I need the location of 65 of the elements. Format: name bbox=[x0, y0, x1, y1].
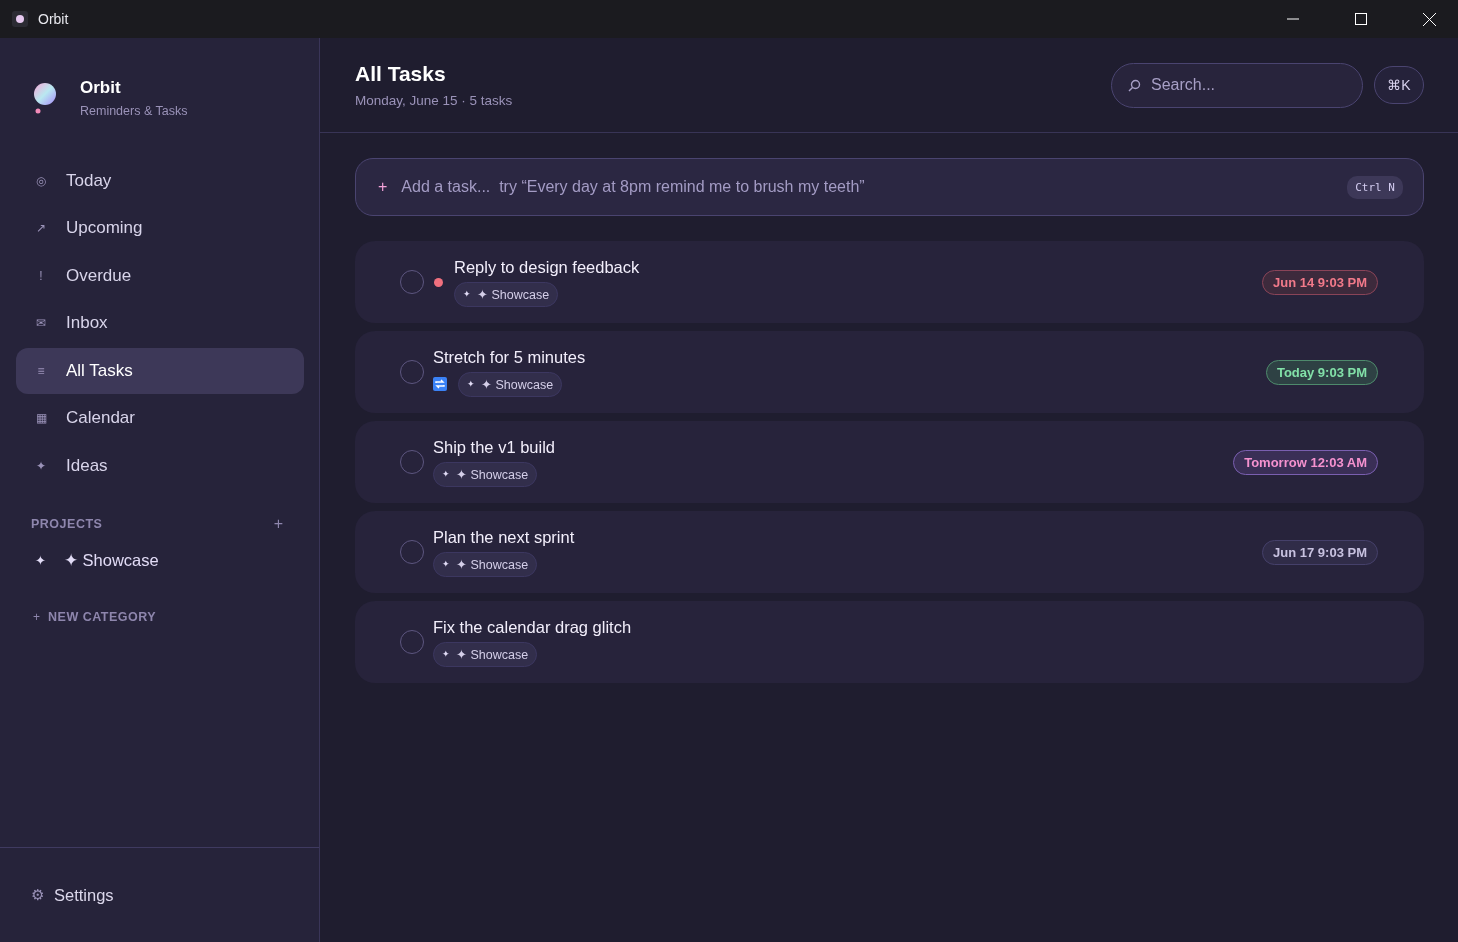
nav-label: Today bbox=[66, 170, 112, 191]
due-date-badge: Tomorrow 12:03 AM bbox=[1233, 449, 1378, 475]
tag-label: ✦ Showcase bbox=[456, 646, 529, 662]
nav-label: Ideas bbox=[66, 455, 108, 476]
nav-icon: ◎ bbox=[34, 173, 48, 188]
task-title: Fix the calendar drag glitch bbox=[433, 617, 633, 637]
tag-label: ✦ Showcase bbox=[477, 286, 550, 302]
due-date-badge: Jun 14 9:03 PM bbox=[1262, 269, 1378, 295]
window-title: Orbit bbox=[38, 11, 70, 27]
settings-link[interactable]: Settings bbox=[54, 885, 114, 905]
add-project-button[interactable]: + bbox=[273, 514, 283, 533]
tag-label: ✦ Showcase bbox=[456, 466, 529, 482]
nav-item[interactable]: ✉ Inbox bbox=[16, 300, 304, 346]
close-icon bbox=[1422, 12, 1436, 26]
search-box[interactable]: Search... bbox=[1111, 62, 1363, 108]
nav-icon: ≡ bbox=[34, 363, 48, 378]
nav-item[interactable]: ↗ Upcoming bbox=[16, 205, 304, 251]
nav-item[interactable]: ✦ Ideas bbox=[16, 443, 304, 489]
shortcut-hint: Ctrl N bbox=[1347, 175, 1403, 199]
nav-item[interactable]: ▦ Calendar bbox=[16, 395, 304, 441]
task-title: Reply to design feedback bbox=[454, 257, 641, 277]
due-date-badge: Jun 17 9:03 PM bbox=[1262, 539, 1378, 565]
project-item[interactable]: ✦ Showcase bbox=[64, 550, 159, 570]
due-date-badge: Today 9:03 PM bbox=[1265, 359, 1378, 385]
tag-label: ✦ Showcase bbox=[481, 376, 554, 392]
task-title: Ship the v1 build bbox=[433, 437, 556, 457]
nav-label: Overdue bbox=[66, 265, 132, 286]
add-task-bar[interactable]: + Add a task... try “Every day at 8pm remind me to brush my teeth” Ctrl N bbox=[355, 158, 1424, 216]
sparkle-icon: ✦ bbox=[463, 289, 471, 299]
shortcut-button[interactable]: ⌘K bbox=[1374, 66, 1424, 104]
app-icon bbox=[12, 11, 28, 27]
nav-label: Upcoming bbox=[66, 218, 143, 239]
nav-icon: ✦ bbox=[34, 458, 48, 473]
sparkle-icon: ✦ bbox=[442, 559, 450, 569]
task-title: Stretch for 5 minutes bbox=[433, 347, 587, 367]
plus-icon: + bbox=[33, 609, 40, 624]
search-icon bbox=[1128, 78, 1141, 92]
new-category-link[interactable]: NEW CATEGORY bbox=[48, 609, 157, 624]
nav-label: All Tasks bbox=[66, 360, 133, 381]
maximize-icon bbox=[1355, 13, 1367, 25]
task-title: Plan the next sprint bbox=[433, 527, 576, 547]
page-title: All Tasks bbox=[355, 62, 447, 86]
search-field[interactable]: Search... bbox=[1151, 63, 1341, 107]
app-subtitle: Reminders & Tasks bbox=[80, 104, 188, 118]
nav-item[interactable]: ≡ All Tasks bbox=[16, 348, 304, 394]
nav-icon: ↗ bbox=[34, 221, 48, 236]
plus-icon: + bbox=[378, 178, 388, 196]
section-heading: PROJECTS bbox=[31, 516, 103, 531]
app-name: Orbit bbox=[80, 78, 122, 98]
sparkle-icon: ✦ bbox=[35, 552, 46, 568]
add-task-field[interactable]: Add a task... try “Every day at 8pm remind me to brush my teeth” bbox=[401, 159, 1334, 215]
nav-item[interactable]: ◎ Today bbox=[16, 158, 304, 204]
nav-label: Calendar bbox=[66, 408, 135, 429]
sparkle-icon: ✦ bbox=[442, 649, 450, 659]
nav-label: Inbox bbox=[66, 313, 108, 334]
nav-icon: ! bbox=[34, 268, 48, 283]
sparkle-icon: ✦ bbox=[442, 469, 450, 479]
tag-label: ✦ Showcase bbox=[456, 556, 529, 572]
nav-icon: ▦ bbox=[34, 411, 48, 426]
page-subtitle: Monday, June 15 · 5 tasks bbox=[355, 93, 514, 108]
settings-icon: ⚙ bbox=[31, 886, 44, 904]
sparkle-icon: ✦ bbox=[467, 379, 475, 389]
orb-logo-icon bbox=[32, 82, 58, 114]
nav-icon: ✉ bbox=[34, 316, 48, 331]
nav-item[interactable]: ! Overdue bbox=[16, 253, 304, 299]
